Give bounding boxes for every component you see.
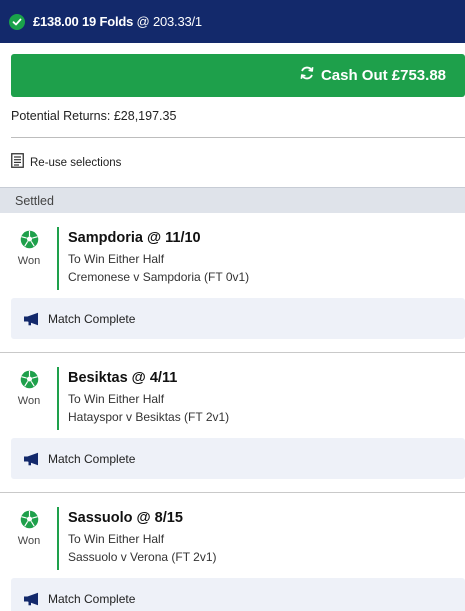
document-icon xyxy=(11,153,30,173)
leg-event: Hatayspor v Besiktas (FT 2v1) xyxy=(68,410,230,424)
megaphone-icon xyxy=(24,312,38,325)
leg-event: Cremonese v Sampdoria (FT 0v1) xyxy=(68,270,250,284)
reuse-selections-link[interactable]: Re-use selections xyxy=(11,153,121,173)
leg-selection: Sampdoria @ 11/10 xyxy=(68,230,201,246)
reuse-selections-label: Re-use selections xyxy=(30,157,122,169)
bet-header: £138.00 19 Folds @ 203.33/1 xyxy=(0,0,465,43)
megaphone-icon xyxy=(24,452,38,465)
settled-label: Settled xyxy=(15,193,54,208)
leg-status: Won xyxy=(14,510,44,547)
match-status-banner: Match Complete xyxy=(11,298,465,339)
leg-market: To Win Either Half xyxy=(68,532,165,546)
match-status-banner: Match Complete xyxy=(11,438,465,479)
divider xyxy=(11,137,465,138)
leg-result: Won xyxy=(17,255,41,267)
check-circle-icon xyxy=(9,13,25,30)
divider xyxy=(0,352,465,353)
match-status-label: Match Complete xyxy=(48,451,136,466)
leg-result: Won xyxy=(17,535,41,547)
result-bar xyxy=(57,507,59,570)
match-status-label: Match Complete xyxy=(48,591,136,606)
match-status-label: Match Complete xyxy=(48,311,136,326)
leg-result: Won xyxy=(17,395,41,407)
football-icon xyxy=(20,230,38,249)
leg-status: Won xyxy=(14,230,44,267)
megaphone-icon xyxy=(24,592,38,605)
result-bar xyxy=(57,367,59,430)
leg-market: To Win Either Half xyxy=(68,252,165,266)
refresh-icon xyxy=(299,65,321,86)
result-bar xyxy=(57,227,59,290)
cash-out-label: Cash Out £753.88 xyxy=(320,67,446,84)
leg-status: Won xyxy=(14,370,44,407)
leg-selection: Besiktas @ 4/11 xyxy=(68,370,178,386)
bet-title: £138.00 19 Folds @ 203.33/1 xyxy=(33,14,202,29)
leg-event: Sassuolo v Verona (FT 2v1) xyxy=(68,550,217,564)
match-status-banner: Match Complete xyxy=(11,578,465,611)
leg-selection: Sassuolo @ 8/15 xyxy=(68,510,183,526)
cash-out-button[interactable]: Cash Out £753.88 xyxy=(11,54,465,97)
football-icon xyxy=(20,510,38,529)
divider xyxy=(0,492,465,493)
settled-section-header: Settled xyxy=(0,187,465,213)
potential-returns: Potential Returns: £28,197.35 xyxy=(11,109,177,123)
football-icon xyxy=(20,370,38,389)
leg-market: To Win Either Half xyxy=(68,392,165,406)
